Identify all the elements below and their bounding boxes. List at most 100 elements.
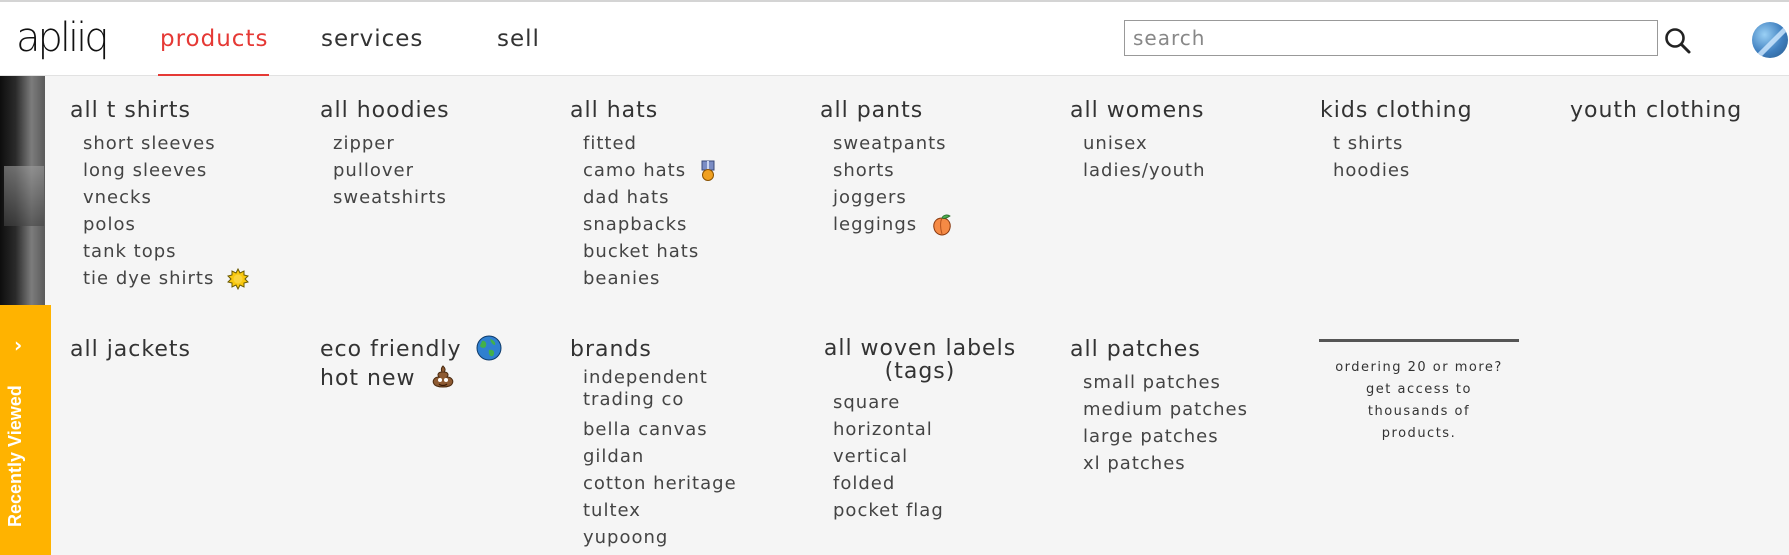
promo-text[interactable]: ordering 20 or more? get access to thous… <box>1319 357 1519 445</box>
menu-item[interactable]: leggings <box>833 211 954 238</box>
menu-item[interactable]: xl patches <box>1083 450 1248 477</box>
eco-friendly-title[interactable]: eco friendly <box>320 335 502 363</box>
menu-item-label: sweatpants <box>833 133 947 154</box>
category-youth: youth clothing <box>1570 98 1742 124</box>
menu-item-label: short sleeves <box>83 133 216 154</box>
menu-item[interactable]: bucket hats <box>583 238 717 265</box>
menu-item-label: dad hats <box>583 187 670 208</box>
menu-item-label: shorts <box>833 160 895 181</box>
menu-item-label: ladies/youth <box>1083 160 1206 181</box>
nav-sell[interactable]: sell <box>497 22 540 56</box>
nav-active-underline <box>158 74 269 76</box>
menu-item-label: leggings <box>833 214 918 235</box>
category-title[interactable]: all hats <box>570 98 717 124</box>
medal-icon <box>701 160 715 181</box>
menu-item-label: vertical <box>833 446 909 467</box>
menu-item[interactable]: gildan <box>583 443 737 470</box>
category-title[interactable]: youth clothing <box>1570 98 1742 124</box>
menu-item-label: camo hats <box>583 160 687 181</box>
menu-item[interactable]: sweatpants <box>833 130 954 157</box>
category-womens: all womens unisex ladies/youth <box>1070 98 1206 184</box>
menu-item-label: yupoong <box>583 527 669 548</box>
category-title[interactable]: all t shirts <box>70 98 249 124</box>
menu-item[interactable]: independent <box>583 367 737 389</box>
category-title[interactable]: all woven labels (tags) <box>820 337 1020 383</box>
menu-item[interactable]: cotton heritage <box>583 470 737 497</box>
menu-item-label: pullover <box>333 160 414 181</box>
menu-item[interactable]: joggers <box>833 184 954 211</box>
menu-item[interactable]: medium patches <box>1083 396 1248 423</box>
menu-item-label: long sleeves <box>83 160 208 181</box>
menu-item[interactable]: trading co <box>583 389 737 411</box>
menu-item[interactable]: fitted <box>583 130 717 157</box>
menu-item[interactable]: dad hats <box>583 184 717 211</box>
nav-products[interactable]: products <box>160 22 268 56</box>
category-title[interactable]: all pants <box>820 98 954 124</box>
menu-item[interactable]: zipper <box>333 130 450 157</box>
menu-item-label: bucket hats <box>583 241 700 262</box>
recently-viewed-label: Recently Viewed <box>5 385 25 527</box>
menu-item[interactable]: folded <box>833 470 1020 497</box>
category-patches: all patches small patches medium patches… <box>1070 337 1248 477</box>
menu-item-label: joggers <box>833 187 907 208</box>
category-title[interactable]: all patches <box>1070 337 1248 363</box>
category-eco-hot: eco friendly hot new <box>320 335 502 392</box>
menu-item[interactable]: pullover <box>333 157 450 184</box>
menu-item[interactable]: tie dye shirts <box>83 265 250 292</box>
side-image <box>0 76 45 306</box>
menu-item[interactable]: camo hats <box>583 157 717 184</box>
menu-item-label: polos <box>83 214 136 235</box>
menu-item[interactable]: sweatshirts <box>333 184 450 211</box>
sun-icon <box>227 268 250 290</box>
menu-item-label: horizontal <box>833 419 933 440</box>
logo[interactable]: apliiq <box>16 16 110 60</box>
menu-item[interactable]: horizontal <box>833 416 1020 443</box>
menu-item[interactable]: unisex <box>1083 130 1206 157</box>
menu-item[interactable]: yupoong <box>583 524 737 551</box>
category-title[interactable]: all womens <box>1070 98 1206 124</box>
menu-item-label: bella canvas <box>583 419 708 440</box>
category-title[interactable]: kids clothing <box>1320 98 1473 124</box>
menu-item[interactable]: long sleeves <box>83 157 249 184</box>
poop-icon <box>432 365 453 388</box>
menu-item[interactable]: tultex <box>583 497 737 524</box>
menu-item[interactable]: shorts <box>833 157 954 184</box>
menu-item[interactable]: tank tops <box>83 238 249 265</box>
globe-icon <box>476 335 502 361</box>
search-input[interactable] <box>1124 20 1658 56</box>
category-jackets: all jackets <box>70 337 191 363</box>
menu-item-label: pocket flag <box>833 500 944 521</box>
category-title[interactable]: all jackets <box>70 337 191 363</box>
menu-item-label: hoodies <box>1333 160 1411 181</box>
menu-item[interactable]: bella canvas <box>583 416 737 443</box>
menu-item[interactable]: beanies <box>583 265 717 292</box>
menu-item-label: snapbacks <box>583 214 688 235</box>
menu-item[interactable]: polos <box>83 211 249 238</box>
menu-item[interactable]: t shirts <box>1333 130 1473 157</box>
category-pants: all pants sweatpants shorts joggers legg… <box>820 98 954 238</box>
menu-item[interactable]: square <box>833 389 1020 416</box>
account-avatar[interactable] <box>1752 22 1788 58</box>
recently-viewed-tab[interactable]: › Recently Viewed <box>0 305 51 555</box>
menu-item[interactable]: vnecks <box>83 184 249 211</box>
menu-item[interactable]: hoodies <box>1333 157 1473 184</box>
menu-item[interactable]: pocket flag <box>833 497 1020 524</box>
menu-item[interactable]: large patches <box>1083 423 1248 450</box>
nav-services[interactable]: services <box>321 22 423 56</box>
menu-item-label: tultex <box>583 500 641 521</box>
search-icon <box>1665 28 1691 54</box>
menu-item-label: medium patches <box>1083 399 1248 420</box>
menu-item[interactable]: vertical <box>833 443 1020 470</box>
menu-item[interactable]: short sleeves <box>83 130 249 157</box>
menu-item[interactable]: snapbacks <box>583 211 717 238</box>
category-title[interactable]: all hoodies <box>320 98 450 124</box>
category-hoodies: all hoodies zipper pullover sweatshirts <box>320 98 450 211</box>
menu-item[interactable]: small patches <box>1083 369 1248 396</box>
search-button[interactable] <box>1663 26 1693 56</box>
menu-item[interactable]: ladies/youth <box>1083 157 1206 184</box>
hot-new-title[interactable]: hot new <box>320 365 502 392</box>
category-woven-labels: all woven labels (tags) square horizonta… <box>820 337 1020 524</box>
category-title[interactable]: brands <box>570 337 737 363</box>
menu-item-label: fitted <box>583 133 637 154</box>
menu-item-label: unisex <box>1083 133 1148 154</box>
